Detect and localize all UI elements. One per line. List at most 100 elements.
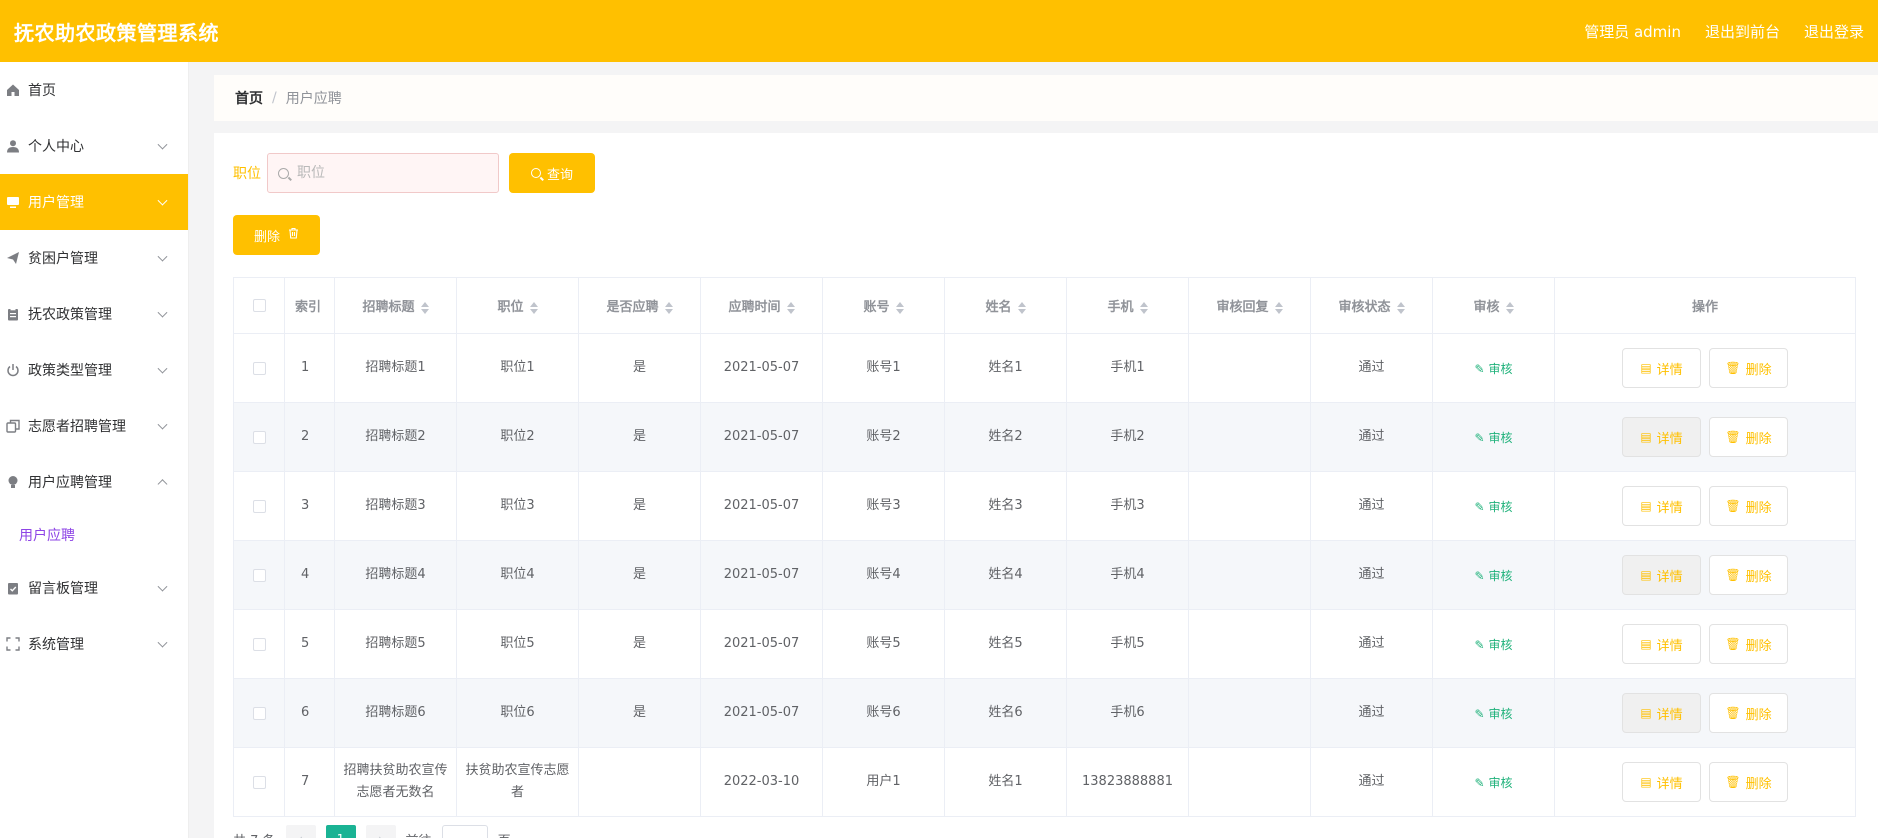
sort-icon[interactable]: [1396, 301, 1405, 314]
row-select-cell[interactable]: [233, 471, 285, 541]
row-checkbox[interactable]: [252, 361, 266, 375]
sidebar-item-volunteer[interactable]: 志愿者招聘管理: [0, 398, 188, 454]
audit-link[interactable]: ✎ 审核: [1474, 638, 1512, 652]
column-header[interactable]: 应聘时间: [700, 277, 823, 334]
detail-button[interactable]: ▤ 详情: [1622, 624, 1701, 664]
row-checkbox[interactable]: [252, 499, 266, 513]
row-select-cell[interactable]: [233, 747, 285, 817]
sort-icon[interactable]: [420, 301, 429, 314]
sidebar-item-message-board[interactable]: 留言板管理: [0, 560, 188, 616]
table-cell-applied: 是: [578, 333, 701, 403]
table-cell-position: 职位5: [456, 609, 579, 679]
detail-button[interactable]: ▤ 详情: [1622, 348, 1701, 388]
sidebar-item-home[interactable]: 首页: [0, 62, 188, 118]
column-header[interactable]: 账号: [822, 277, 945, 334]
logout-link[interactable]: 退出登录: [1804, 21, 1864, 42]
row-checkbox[interactable]: [252, 568, 266, 582]
table-cell-reply: [1188, 747, 1311, 817]
sort-icon[interactable]: [1139, 301, 1148, 314]
row-checkbox[interactable]: [252, 637, 266, 651]
chevron-down-icon: [157, 581, 168, 592]
table-row: 6 招聘标题6 职位6 是 2021-05-07 账号6 姓名6 手机6 通过 ✎ 审核 ▤ 详情 🗑︎ 删…: [233, 678, 1856, 748]
sidebar-item-policy-type[interactable]: 政策类型管理: [0, 342, 188, 398]
row-checkbox[interactable]: [252, 430, 266, 444]
sidebar-item-poor-household[interactable]: 贫困户管理: [0, 230, 188, 286]
query-button-label: 查询: [546, 167, 573, 183]
audit-link[interactable]: ✎ 审核: [1474, 707, 1512, 721]
cell-text: 姓名2: [988, 429, 1023, 444]
sidebar-item-label: 个人中心: [28, 139, 84, 155]
sort-icon[interactable]: [1274, 301, 1283, 314]
cell-text: 2021-05-07: [723, 429, 800, 444]
submenu-item-user-application[interactable]: 用户应聘: [0, 510, 188, 560]
delete-button[interactable]: 🗑︎ 删除: [1709, 624, 1788, 664]
detail-button[interactable]: ▤ 详情: [1622, 486, 1701, 526]
edit-icon: ✎: [1474, 637, 1485, 652]
delete-button[interactable]: 🗑︎ 删除: [1709, 555, 1788, 595]
row-checkbox[interactable]: [252, 775, 266, 789]
audit-link[interactable]: ✎ 审核: [1474, 362, 1512, 376]
search-input[interactable]: [297, 165, 477, 181]
query-button[interactable]: 查询: [509, 153, 595, 193]
sidebar-item-application[interactable]: 用户应聘管理: [0, 454, 188, 510]
sidebar-item-system[interactable]: 系统管理: [0, 616, 188, 672]
select-all-checkbox[interactable]: [252, 299, 266, 312]
sort-icon[interactable]: [664, 301, 673, 314]
sort-icon[interactable]: [786, 301, 795, 314]
search-icon: [530, 168, 541, 178]
row-select-cell[interactable]: [233, 402, 285, 472]
detail-button[interactable]: ▤ 详情: [1622, 555, 1701, 595]
sort-icon[interactable]: [895, 301, 904, 314]
audit-link[interactable]: ✎ 审核: [1474, 431, 1512, 445]
table-cell-time: 2022-03-10: [700, 747, 823, 817]
row-select-cell[interactable]: [233, 333, 285, 403]
table-cell-index: 3: [284, 471, 335, 541]
row-select-cell[interactable]: [233, 609, 285, 679]
column-header[interactable]: 审核状态: [1310, 277, 1433, 334]
column-header[interactable]: 审核回复: [1188, 277, 1311, 334]
audit-link[interactable]: ✎ 审核: [1474, 569, 1512, 583]
detail-button[interactable]: ▤ 详情: [1622, 693, 1701, 733]
sort-icon[interactable]: [1505, 301, 1514, 314]
delete-button[interactable]: 🗑︎ 删除: [1709, 486, 1788, 526]
cell-text: 招聘扶贫助农宣传志愿者无数名: [343, 763, 448, 800]
table-cell-status: 通过: [1310, 402, 1433, 472]
batch-delete-button[interactable]: 删除: [233, 215, 320, 255]
sort-icon[interactable]: [1017, 301, 1026, 314]
edit-icon: ✎: [1474, 568, 1485, 583]
sidebar-item-personal-center[interactable]: 个人中心: [0, 118, 188, 174]
detail-button[interactable]: ▤ 详情: [1622, 762, 1701, 802]
row-select-cell[interactable]: [233, 678, 285, 748]
admin-user-label[interactable]: 管理员 admin: [1584, 21, 1681, 42]
cell-text: 账号2: [866, 429, 901, 444]
column-header[interactable]: 招聘标题: [334, 277, 457, 334]
page-number-button[interactable]: 1: [325, 825, 356, 838]
column-header[interactable]: 是否应聘: [578, 277, 701, 334]
delete-button[interactable]: 🗑︎ 删除: [1709, 762, 1788, 802]
column-header[interactable]: 审核: [1432, 277, 1555, 334]
delete-button[interactable]: 🗑︎ 删除: [1709, 348, 1788, 388]
back-to-front-link[interactable]: 退出到前台: [1705, 21, 1780, 42]
table-cell-actions: ▤ 详情 🗑︎ 删除: [1554, 747, 1856, 817]
next-page-button[interactable]: ›: [365, 825, 396, 838]
goto-page-input[interactable]: [441, 825, 488, 838]
select-all-cell[interactable]: [233, 277, 285, 334]
column-header[interactable]: 职位: [456, 277, 579, 334]
row-checkbox[interactable]: [252, 706, 266, 720]
sidebar-item-policy[interactable]: 抚农政策管理: [0, 286, 188, 342]
row-select-cell[interactable]: [233, 540, 285, 610]
delete-button[interactable]: 🗑︎ 删除: [1709, 693, 1788, 733]
audit-link[interactable]: ✎ 审核: [1474, 500, 1512, 514]
detail-button[interactable]: ▤ 详情: [1622, 417, 1701, 457]
cell-text: 2021-05-07: [723, 636, 800, 651]
table-cell-phone: 13823888881: [1066, 747, 1189, 817]
cell-text: 账号4: [866, 567, 901, 582]
prev-page-button[interactable]: ‹: [285, 825, 316, 838]
breadcrumb-home[interactable]: 首页: [235, 88, 263, 108]
column-header[interactable]: 手机: [1066, 277, 1189, 334]
sidebar-item-user-management[interactable]: 用户管理: [0, 174, 188, 230]
delete-button[interactable]: 🗑︎ 删除: [1709, 417, 1788, 457]
audit-link[interactable]: ✎ 审核: [1474, 776, 1512, 790]
sort-icon[interactable]: [529, 301, 538, 314]
column-header[interactable]: 姓名: [944, 277, 1067, 334]
